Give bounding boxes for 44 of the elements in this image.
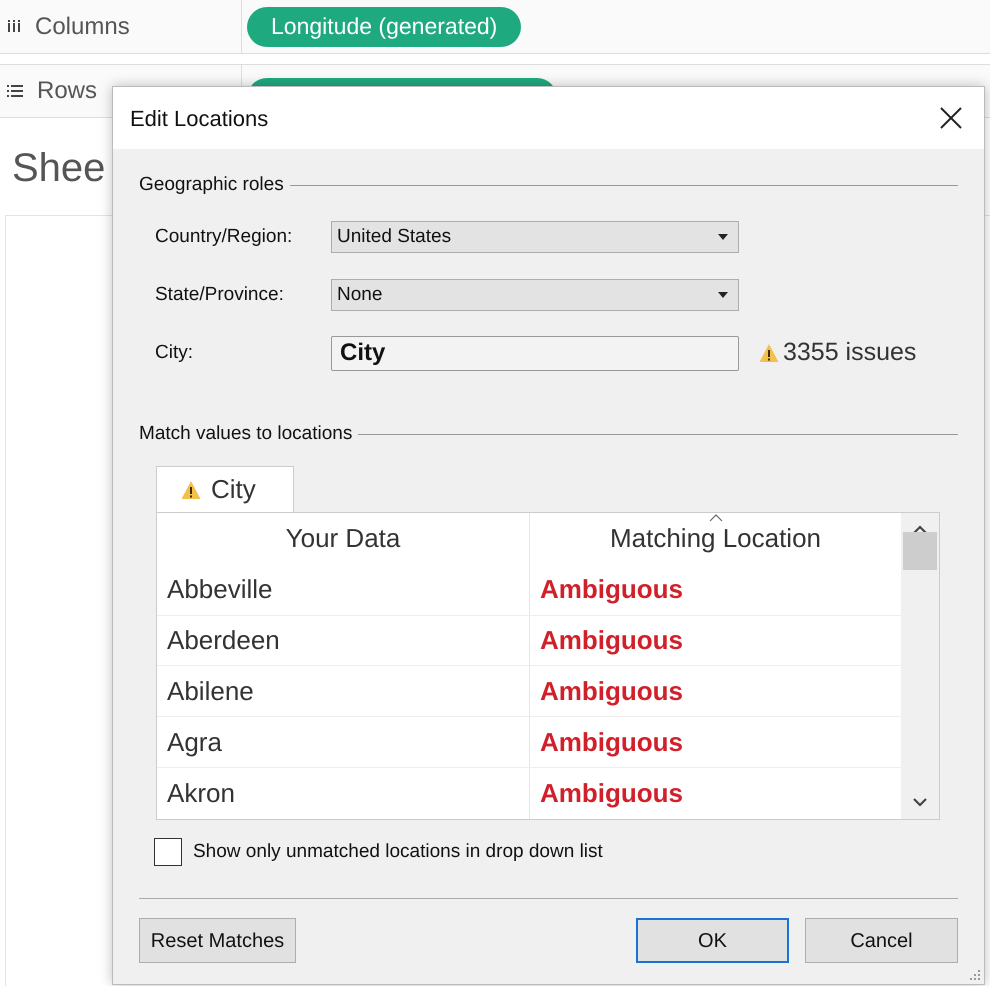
warning-icon <box>181 480 201 500</box>
text-field[interactable]: City <box>331 336 739 370</box>
scroll-up-icon[interactable] <box>913 525 927 534</box>
warning-icon <box>759 343 779 363</box>
table-cell-text: Aberdeen <box>167 624 280 658</box>
table-cell[interactable]: Ambiguous <box>540 570 683 610</box>
shelf-label: Rows <box>37 76 98 106</box>
field-label: Country/Region: <box>155 224 294 249</box>
sheet-title: Shee <box>12 146 106 190</box>
column-header[interactable]: Matching Location <box>610 519 822 558</box>
resize-grip-icon[interactable] <box>969 969 981 981</box>
dropdown[interactable]: None <box>331 279 739 311</box>
scrollbar[interactable] <box>901 513 939 819</box>
field-label: City: <box>155 340 194 365</box>
dialog-button[interactable]: Cancel <box>805 918 958 963</box>
dropdown[interactable]: United States <box>331 221 739 253</box>
sort-caret-icon <box>709 514 723 522</box>
checkbox[interactable] <box>154 838 182 866</box>
field-label: State/Province: <box>155 282 285 307</box>
dropdown-caret-icon <box>718 234 728 240</box>
dialog-button[interactable]: Reset Matches <box>139 918 296 963</box>
section-heading: Geographic roles <box>139 172 284 197</box>
checkbox-label: Show only unmatched locations in drop down list <box>193 840 603 864</box>
table-cell-text: Abbeville <box>167 573 273 606</box>
columns-icon <box>7 20 21 34</box>
scroll-thumb[interactable] <box>903 532 937 570</box>
tab[interactable]: City <box>156 466 294 512</box>
table-cell[interactable]: Ambiguous <box>540 774 683 814</box>
table-cell-text: Akron <box>167 777 235 810</box>
dialog-title: Edit Locations <box>130 104 268 132</box>
issues-count: 3355 issues <box>783 337 916 368</box>
table-cell-text: Abilene <box>167 674 254 708</box>
close-icon[interactable] <box>940 107 962 129</box>
column-header[interactable]: Your Data <box>286 519 400 558</box>
shelf-label: Columns <box>35 12 130 42</box>
table-cell[interactable]: Ambiguous <box>540 672 683 711</box>
scroll-down-icon[interactable] <box>913 798 927 807</box>
table-cell-text: Agra <box>167 726 222 759</box>
dropdown-caret-icon <box>718 292 728 298</box>
table-cell[interactable]: Ambiguous <box>540 621 683 660</box>
section-heading: Match values to locations <box>139 422 352 446</box>
table-cell[interactable]: Ambiguous <box>540 722 683 762</box>
dialog-button[interactable]: OK <box>636 918 789 963</box>
rows-icon <box>7 84 23 98</box>
